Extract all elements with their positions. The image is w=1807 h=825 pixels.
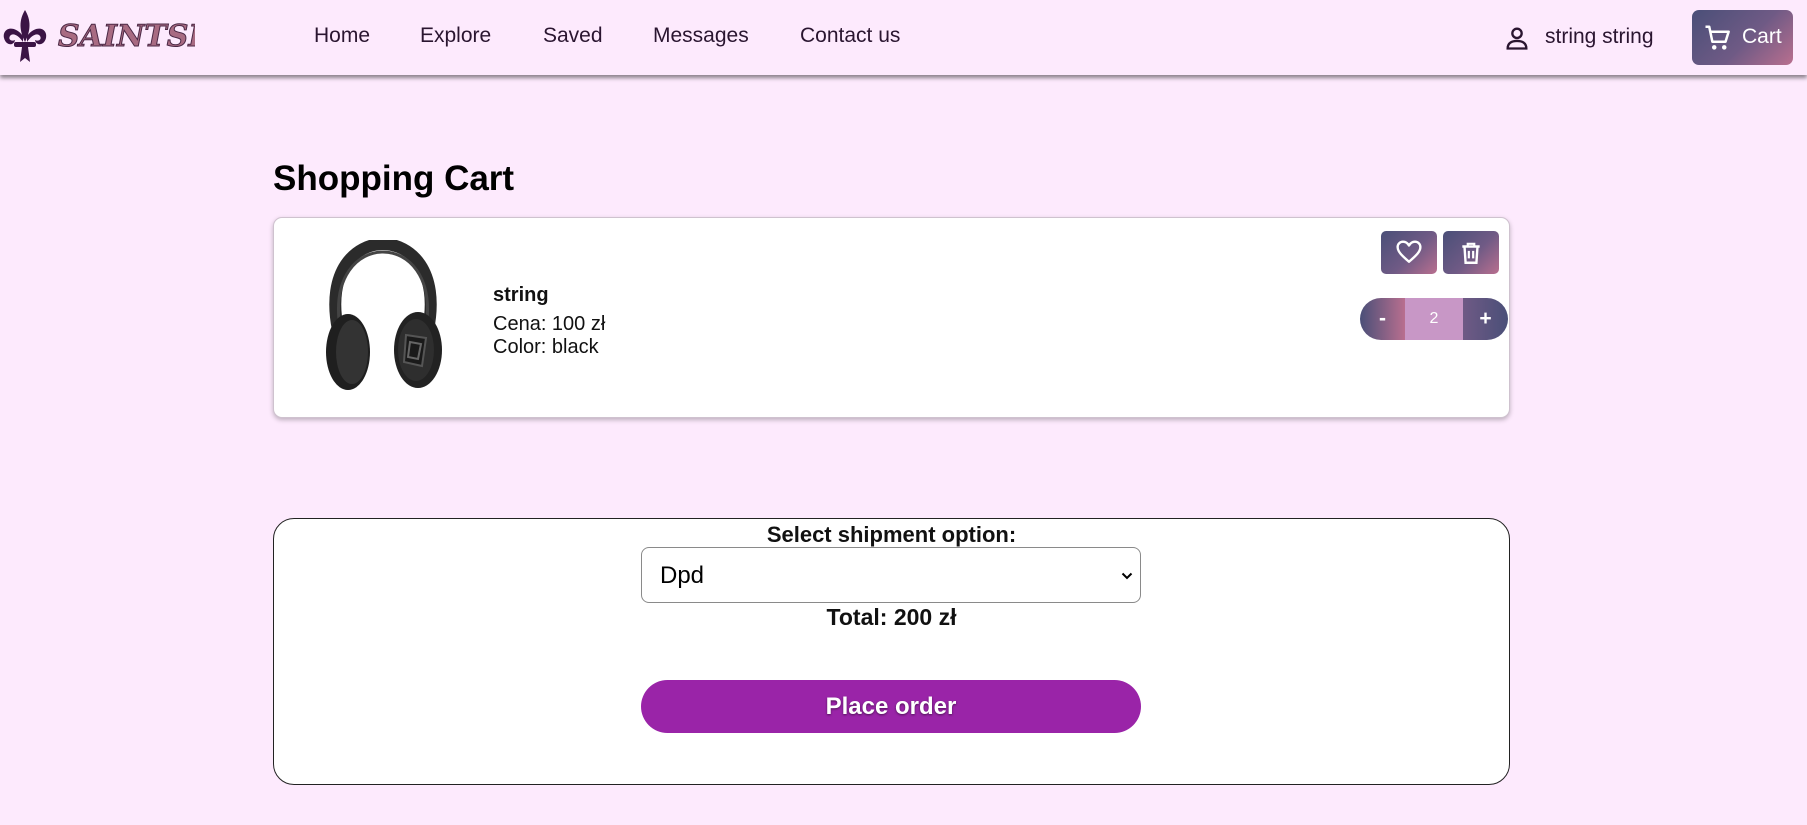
shipment-label: Select shipment option:: [766, 522, 1017, 547]
chevron-down-icon: [1121, 572, 1133, 580]
quantity-increase-button[interactable]: +: [1463, 298, 1508, 340]
person-icon: [1506, 27, 1528, 50]
cart-icon: [1705, 25, 1730, 50]
nav-contact-us[interactable]: Contact us: [800, 24, 900, 48]
quantity-input[interactable]: 2: [1405, 298, 1463, 340]
nav-messages[interactable]: Messages: [653, 24, 749, 48]
page-title: Shopping Cart: [273, 159, 515, 198]
product-color: Color: black: [493, 336, 599, 358]
fleur-de-lis-icon: [3, 10, 47, 62]
cart-label: Cart: [1742, 25, 1782, 48]
headphones-image: [326, 237, 442, 390]
order-total: Total: 200 zł: [826, 604, 957, 630]
logo-wordmark: SAINTSROW: [58, 19, 195, 54]
user-name: string string: [1545, 25, 1654, 48]
shipment-select[interactable]: Dpd: [641, 547, 1141, 603]
shipment-selected-value: Dpd: [660, 562, 705, 589]
saints-row-logo[interactable]: SAINTSROW: [0, 6, 277, 68]
quantity-decrease-button[interactable]: -: [1360, 298, 1405, 340]
product-price: Cena: 100 zł: [493, 313, 606, 335]
cart-item: string Cena: 100 zł Color: black - 2 +: [273, 217, 1510, 418]
heart-icon: [1396, 240, 1422, 263]
quantity-stepper: - 2 +: [1360, 298, 1508, 340]
favorite-button[interactable]: [1381, 231, 1437, 274]
trash-icon: [1462, 242, 1480, 264]
product-image[interactable]: [318, 237, 448, 396]
cart-button[interactable]: Cart: [1692, 10, 1793, 65]
product-name[interactable]: string: [493, 284, 549, 307]
checkout-panel: Select shipment option: Dpd Total: 200 z…: [273, 518, 1510, 785]
nav-saved[interactable]: Saved: [543, 24, 603, 48]
top-navbar: SAINTSROW Home Explore Saved Messages Co…: [0, 0, 1807, 75]
nav-explore[interactable]: Explore: [420, 24, 491, 48]
nav-home[interactable]: Home: [314, 24, 370, 48]
delete-button[interactable]: [1443, 231, 1499, 274]
place-order-button[interactable]: Place order: [641, 680, 1141, 733]
